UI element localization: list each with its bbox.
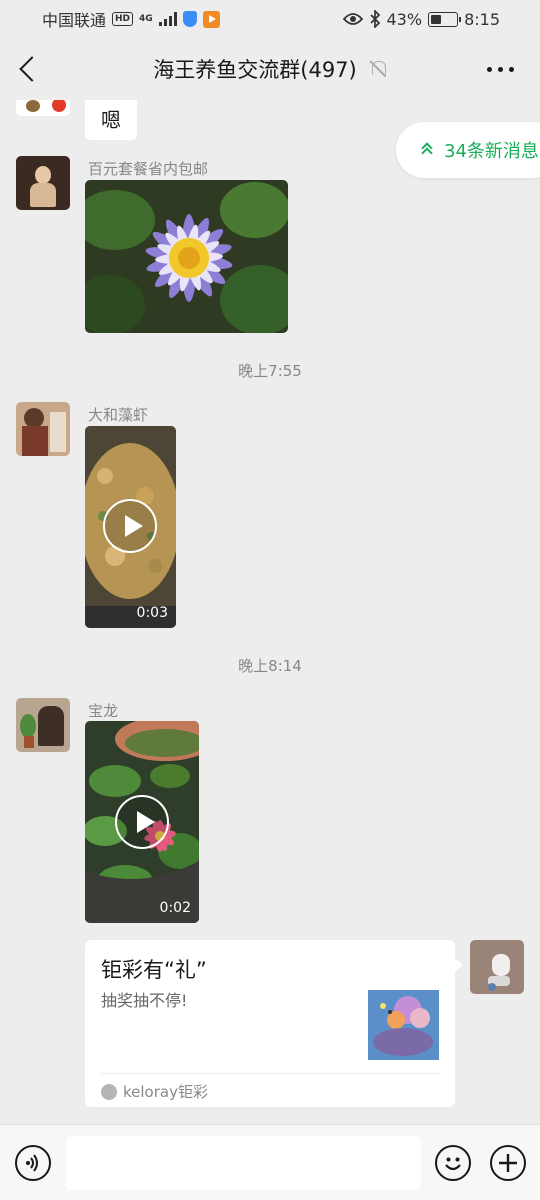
shield-icon bbox=[182, 11, 197, 27]
video-duration: 0:02 bbox=[159, 900, 191, 916]
more-dots-icon[interactable] bbox=[487, 67, 514, 72]
reef-illustration bbox=[368, 990, 439, 1060]
card-divider bbox=[101, 1073, 439, 1074]
avatar[interactable] bbox=[16, 100, 70, 116]
card-title: 钜彩有“礼” bbox=[101, 958, 207, 982]
avatar[interactable] bbox=[16, 156, 70, 210]
input-bar bbox=[0, 1124, 540, 1200]
link-card[interactable]: 钜彩有“礼” 抽奖抽不停! keloray钜彩 bbox=[85, 940, 463, 1107]
source-name: keloray钜彩 bbox=[123, 1083, 208, 1101]
message-list[interactable]: 嗯 34条新消息 百元套餐省内包邮 晚上7:55 大和藻虾 0:03 晚上8:1… bbox=[0, 100, 540, 1124]
video-message[interactable]: 0:03 bbox=[85, 426, 176, 628]
hd-badge: HD bbox=[112, 12, 134, 26]
back-arrow-icon[interactable] bbox=[18, 56, 38, 82]
card-thumbnail bbox=[368, 990, 439, 1060]
voice-icon[interactable] bbox=[15, 1145, 51, 1181]
plus-glyph bbox=[499, 1154, 517, 1172]
message-input[interactable] bbox=[66, 1136, 421, 1190]
video-duration: 0:03 bbox=[136, 605, 168, 621]
source-app-icon bbox=[101, 1083, 117, 1100]
bell-off-icon bbox=[369, 59, 387, 79]
status-bar: 中国联通 HD 4G 43% 8:15 bbox=[0, 0, 540, 38]
emoji-icon[interactable] bbox=[435, 1145, 471, 1181]
battery-icon bbox=[428, 11, 462, 27]
avatar[interactable] bbox=[470, 940, 524, 994]
new-messages-button[interactable]: 34条新消息 bbox=[396, 122, 540, 178]
video-message[interactable]: 0:02 bbox=[85, 721, 199, 923]
play-icon[interactable] bbox=[115, 795, 169, 849]
video-app-icon bbox=[202, 10, 220, 28]
text-bubble[interactable]: 嗯 bbox=[85, 100, 137, 140]
status-right: 43% 8:15 bbox=[342, 9, 500, 29]
avatar[interactable] bbox=[16, 402, 70, 456]
smile-face bbox=[445, 1157, 461, 1171]
card-source: keloray钜彩 bbox=[101, 1081, 208, 1102]
status-left: 中国联通 HD 4G bbox=[42, 7, 220, 31]
card-description: 抽奖抽不停! bbox=[101, 991, 188, 1010]
avatar[interactable] bbox=[16, 698, 70, 752]
chat-title: 海王养鱼交流群(497) bbox=[153, 58, 357, 82]
eye-icon bbox=[342, 13, 363, 25]
timestamp: 晚上8:14 bbox=[238, 657, 302, 675]
voice-waves bbox=[26, 1154, 38, 1172]
network-type: 4G bbox=[139, 13, 153, 24]
bluetooth-icon bbox=[369, 10, 380, 28]
sender-name: 宝龙 bbox=[88, 702, 119, 720]
water-lily-image bbox=[85, 180, 288, 333]
carrier-name: 中国联通 bbox=[42, 11, 107, 30]
sender-name: 百元套餐省内包邮 bbox=[88, 160, 209, 178]
sender-name: 大和藻虾 bbox=[88, 406, 149, 424]
chat-header: 海王养鱼交流群(497) bbox=[0, 38, 540, 100]
new-messages-label: 34条新消息 bbox=[444, 141, 539, 162]
clock: 8:15 bbox=[464, 9, 500, 29]
plus-icon[interactable] bbox=[490, 1145, 526, 1181]
timestamp: 晚上7:55 bbox=[238, 362, 302, 380]
image-message[interactable] bbox=[85, 180, 288, 333]
double-chevron-up-icon bbox=[420, 143, 432, 157]
signal-icon bbox=[158, 12, 177, 26]
battery-percent: 43% bbox=[386, 9, 423, 29]
play-icon[interactable] bbox=[103, 499, 157, 553]
